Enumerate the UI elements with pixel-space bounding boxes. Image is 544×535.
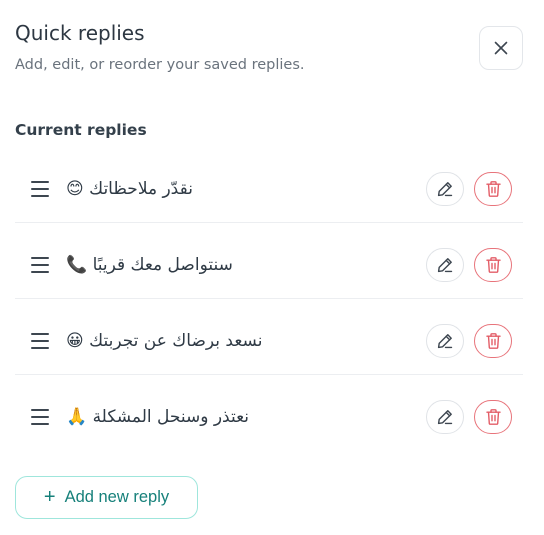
drag-handle-icon[interactable] [31,181,49,197]
reply-text: نعتذر وسنحل المشكلة 🙏 [66,407,250,427]
reply-row: نقدّر ملاحظاتك 😊 [15,147,523,223]
edit-reply-button[interactable] [426,172,464,206]
pencil-icon [437,182,453,197]
drag-handle-icon[interactable] [31,409,49,425]
trash-icon [485,257,501,273]
drag-handle-icon[interactable] [31,333,49,349]
edit-reply-button[interactable] [426,400,464,434]
reply-row: نسعد برضاك عن تجربتك 😀 [15,299,523,375]
edit-reply-button[interactable] [426,248,464,282]
current-replies-heading: Current replies [15,121,147,139]
trash-icon [485,181,501,197]
reply-row: سنتواصل معك قريبًا 📞 [15,223,523,299]
add-new-reply-button[interactable]: + Add new reply [15,476,198,519]
drag-handle-icon[interactable] [31,257,49,273]
delete-reply-button[interactable] [474,324,512,358]
reply-row: نعتذر وسنحل المشكلة 🙏 [15,375,523,451]
pencil-icon [437,258,453,273]
replies-list: نقدّر ملاحظاتك 😊 سنتواصل معك قريبًا 📞 نس… [15,147,523,451]
edit-reply-button[interactable] [426,324,464,358]
delete-reply-button[interactable] [474,172,512,206]
reply-text: نقدّر ملاحظاتك 😊 [66,179,193,199]
delete-reply-button[interactable] [474,248,512,282]
delete-reply-button[interactable] [474,400,512,434]
reply-text: سنتواصل معك قريبًا 📞 [66,255,233,275]
reply-text: نسعد برضاك عن تجربتك 😀 [66,331,263,351]
pencil-icon [437,410,453,425]
pencil-icon [437,334,453,349]
panel-title: Quick replies [15,21,145,45]
close-button[interactable] [479,26,523,70]
panel-subtitle: Add, edit, or reorder your saved replies… [15,57,305,73]
close-icon [494,41,508,55]
quick-replies-panel: Quick replies Add, edit, or reorder your… [0,0,544,535]
trash-icon [485,333,501,349]
plus-icon: + [43,485,56,508]
trash-icon [485,409,501,425]
add-new-reply-label: Add new reply [64,488,170,506]
